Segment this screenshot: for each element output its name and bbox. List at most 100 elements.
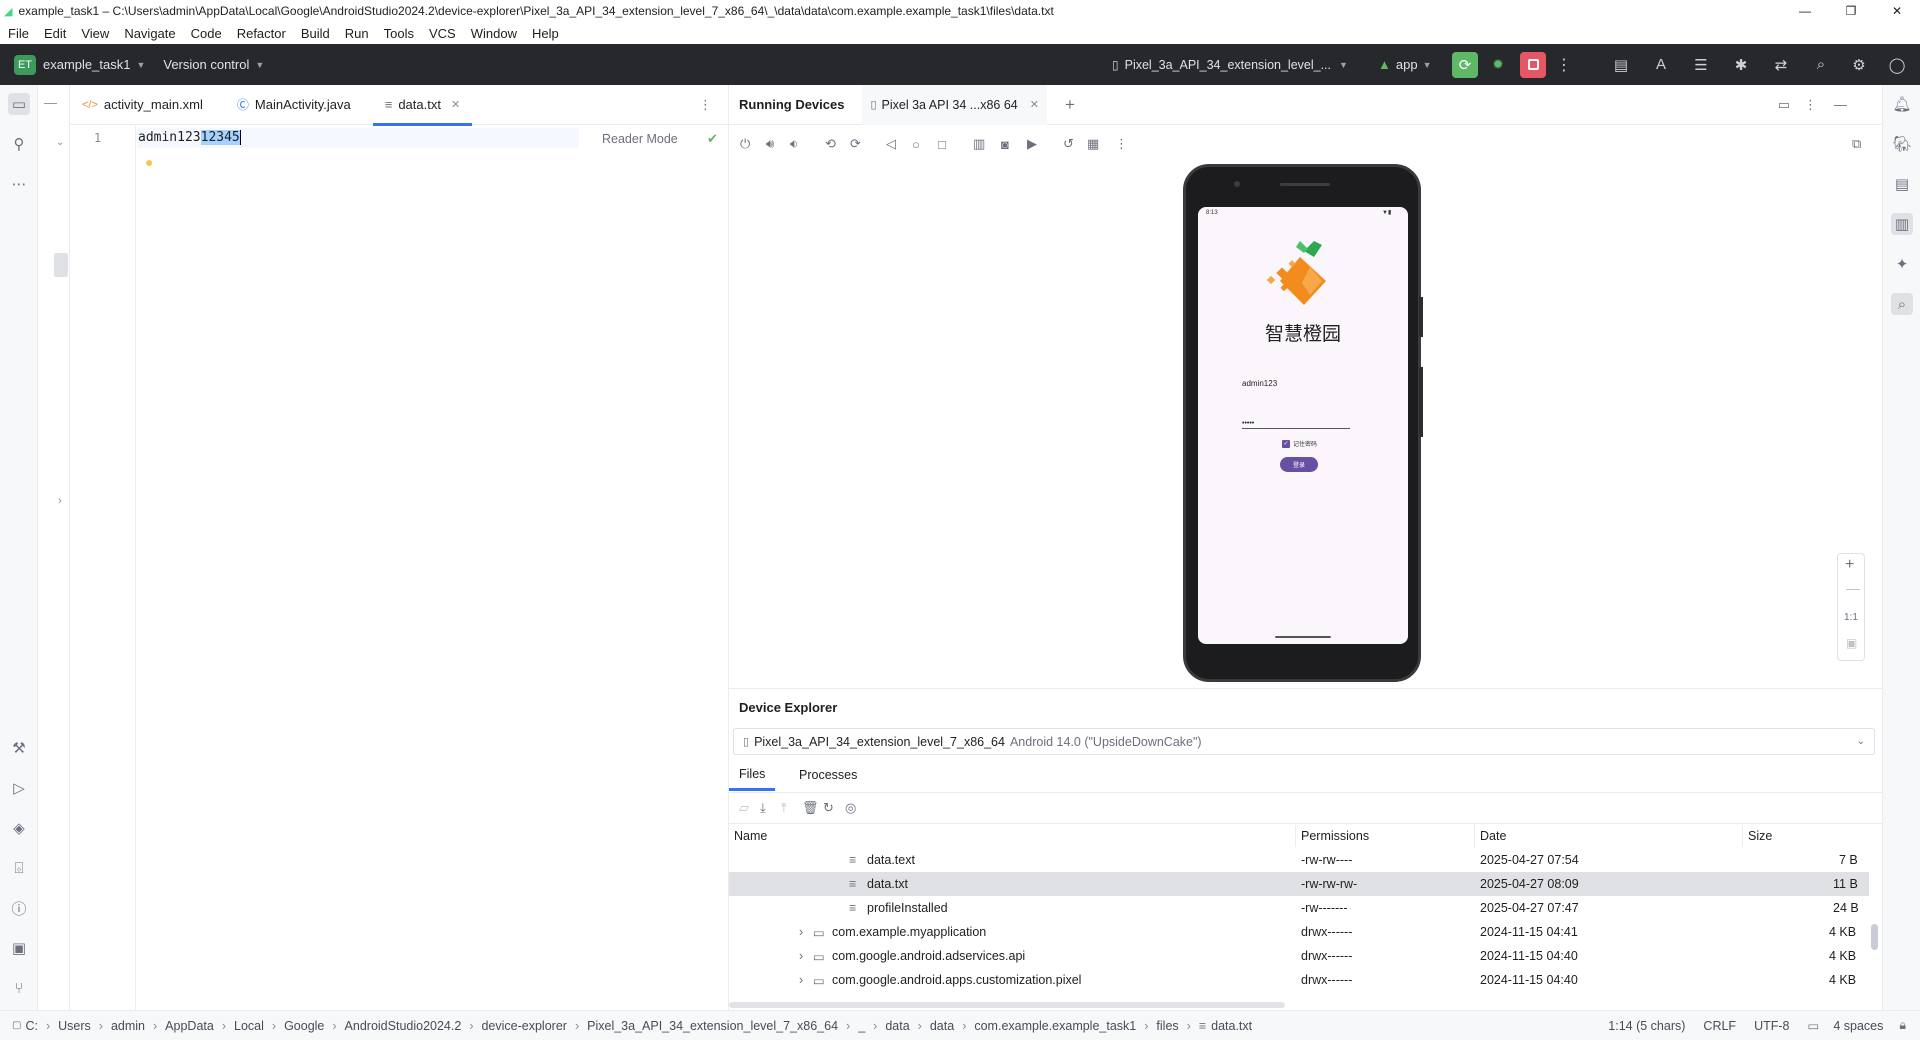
lock-icon[interactable]: 🔒︎ <box>1899 1018 1906 1033</box>
extended-controls-icon[interactable]: ▦ <box>1087 136 1099 152</box>
gemini-icon[interactable]: ✦ <box>1891 253 1913 275</box>
gesture-bar[interactable] <box>1275 636 1331 638</box>
breadcrumb-item[interactable]: Users <box>58 1019 91 1033</box>
terminal-icon[interactable]: ▣ <box>8 937 30 959</box>
back-icon[interactable]: ◁ <box>886 136 896 152</box>
menu-tools[interactable]: Tools <box>376 26 421 41</box>
table-row-selected[interactable]: ≡ data.txt -rw-rw-rw- 2025-04-27 08:09 1… <box>729 872 1869 896</box>
project-view-icon[interactable]: ▭ <box>8 93 30 115</box>
layout-inspector-icon[interactable]: ☰ <box>1690 54 1712 76</box>
more-icon[interactable]: ⋮ <box>1115 136 1128 152</box>
table-row[interactable]: › ▭ com.google.android.apps.customizatio… <box>729 968 1869 992</box>
version-control-widget[interactable]: Version control ▼ <box>163 57 264 72</box>
settings-icon[interactable]: ⚙ <box>1848 54 1870 76</box>
column-date[interactable]: Date <box>1480 829 1506 843</box>
menu-code[interactable]: Code <box>183 26 229 41</box>
column-divider[interactable] <box>1742 825 1743 847</box>
breadcrumb-item[interactable]: data.txt <box>1211 1019 1252 1033</box>
project-widget[interactable]: ET example_task1 ▼ <box>14 54 145 75</box>
breadcrumb-item[interactable]: admin <box>111 1019 145 1033</box>
remember-password-checkbox[interactable]: ✓ 记住密码 <box>1282 439 1317 448</box>
chevron-right-icon[interactable]: › <box>58 495 62 507</box>
maximize-button[interactable]: ❐ <box>1828 0 1874 22</box>
column-name[interactable]: Name <box>734 829 767 843</box>
gradle-icon[interactable]: ◈ <box>8 817 30 839</box>
device-manager-icon[interactable]: ▤ <box>1891 173 1913 195</box>
breadcrumb-item[interactable]: Local <box>234 1019 264 1033</box>
plugins-icon[interactable]: ✱ <box>1730 54 1752 76</box>
debug-icon[interactable]: ✹ <box>1487 54 1509 76</box>
device-selector[interactable]: ▯ Pixel_3a_API_34_extension_level_... ▼ <box>1112 58 1348 72</box>
run-config-selector[interactable]: ▲ app ▼ <box>1378 57 1432 72</box>
minimize-button[interactable]: — <box>1782 0 1828 22</box>
home-icon[interactable]: ○ <box>912 137 920 152</box>
menu-vcs[interactable]: VCS <box>421 26 463 41</box>
rotate-left-icon[interactable]: ⟲ <box>825 136 836 152</box>
column-divider[interactable] <box>1295 825 1296 847</box>
gradle-sync-icon[interactable]: 🐘︎ <box>1891 133 1913 155</box>
chevron-down-icon[interactable]: ⌄ <box>56 137 64 148</box>
breadcrumb-item[interactable]: device-explorer <box>481 1019 566 1033</box>
options-icon[interactable]: ⋮ <box>1804 97 1817 113</box>
translate-icon[interactable]: A <box>1650 54 1672 76</box>
delete-icon[interactable]: 🗑︎ <box>802 800 819 816</box>
tab-processes[interactable]: Processes <box>789 759 867 791</box>
device-explorer-icon[interactable]: ⌕ <box>1891 293 1913 315</box>
inspection-ok-icon[interactable]: ✔ <box>707 131 718 147</box>
account-icon[interactable]: ◯ <box>1886 54 1908 76</box>
resource-manager-icon[interactable]: ⚲ <box>8 133 30 155</box>
zoom-actual-size[interactable]: 1:1 <box>1844 612 1858 623</box>
window-layout-icon[interactable]: ▭ <box>1778 97 1790 113</box>
overview-icon[interactable]: □ <box>938 137 946 152</box>
refresh-icon[interactable]: ↻ <box>823 800 834 816</box>
stop-button[interactable] <box>1520 51 1546 78</box>
column-size[interactable]: Size <box>1748 829 1772 843</box>
tab-mainactivity-java[interactable]: Ⓒ MainActivity.java <box>225 85 363 125</box>
table-row[interactable]: › ▭ com.google.android.adservices.api dr… <box>729 944 1869 968</box>
menu-run[interactable]: Run <box>337 26 376 41</box>
collapse-icon[interactable]: — <box>44 95 57 110</box>
screen-record-icon[interactable]: ▶ <box>1027 136 1037 152</box>
zoom-out-icon[interactable]: — <box>1846 580 1860 596</box>
target-icon[interactable]: ◎ <box>845 800 856 816</box>
run-tool-icon[interactable]: ▷ <box>8 777 30 799</box>
column-permissions[interactable]: Permissions <box>1301 829 1369 843</box>
notifications-icon[interactable]: 🔔︎ <box>1891 93 1913 115</box>
rerun-button[interactable]: ⟳ <box>1452 51 1478 78</box>
power-icon[interactable]: ⏻ <box>740 136 750 152</box>
breadcrumb-item[interactable]: AppData <box>165 1019 214 1033</box>
rotate-right-icon[interactable]: ⟳ <box>850 136 861 152</box>
breadcrumb-item[interactable]: Pixel_3a_API_34_extension_level_7_x86_64 <box>587 1019 838 1033</box>
table-row[interactable]: ≡ data.text -rw-rw---- 2025-04-27 07:54 … <box>729 848 1869 872</box>
tab-options-icon[interactable]: ⋮ <box>699 97 712 113</box>
chevron-right-icon[interactable]: › <box>799 949 803 963</box>
volume-up-icon[interactable]: 🔊︎ <box>766 136 774 152</box>
new-folder-icon[interactable]: ▱ <box>739 800 749 816</box>
breadcrumb-item[interactable]: _ <box>858 1019 865 1033</box>
device-screen[interactable]: 8:13 ▼▮ 智慧橙园 admin123 ••••• ✓ 记住密码 登录 <box>1198 207 1408 644</box>
breadcrumb-item[interactable]: C: <box>25 1019 38 1033</box>
add-device-icon[interactable]: + <box>1065 95 1075 115</box>
power-side-button[interactable] <box>1419 297 1423 337</box>
more-tools-icon[interactable]: ⋯ <box>8 173 30 195</box>
snapshot-icon[interactable]: ↺ <box>1063 136 1074 152</box>
device-dropdown[interactable]: ▯ Pixel_3a_API_34_extension_level_7_x86_… <box>733 728 1875 755</box>
horizontal-scrollbar[interactable] <box>729 1002 1285 1008</box>
menu-window[interactable]: Window <box>463 26 524 41</box>
running-devices-icon[interactable]: ▥ <box>1891 213 1913 235</box>
fold-icon[interactable]: ▥ <box>973 136 985 152</box>
breadcrumb-item[interactable]: Google <box>284 1019 324 1033</box>
menu-file[interactable]: File <box>0 26 36 41</box>
lightbulb-icon[interactable]: ● <box>145 154 153 170</box>
breadcrumb-item[interactable]: AndroidStudio2024.2 <box>345 1019 462 1033</box>
screenshot-icon[interactable]: ◙ <box>1001 137 1009 152</box>
reader-mode-button[interactable]: Reader Mode <box>602 132 678 146</box>
menu-edit[interactable]: Edit <box>36 26 73 41</box>
password-field[interactable]: ••••• <box>1242 413 1350 429</box>
vertical-scrollbar[interactable] <box>1871 924 1878 950</box>
menu-build[interactable]: Build <box>293 26 337 41</box>
chevron-right-icon[interactable]: › <box>799 925 803 939</box>
menu-help[interactable]: Help <box>524 26 566 41</box>
tab-activity-main-xml[interactable]: </> activity_main.xml <box>70 85 215 125</box>
line-separator[interactable]: CRLF <box>1703 1019 1736 1033</box>
